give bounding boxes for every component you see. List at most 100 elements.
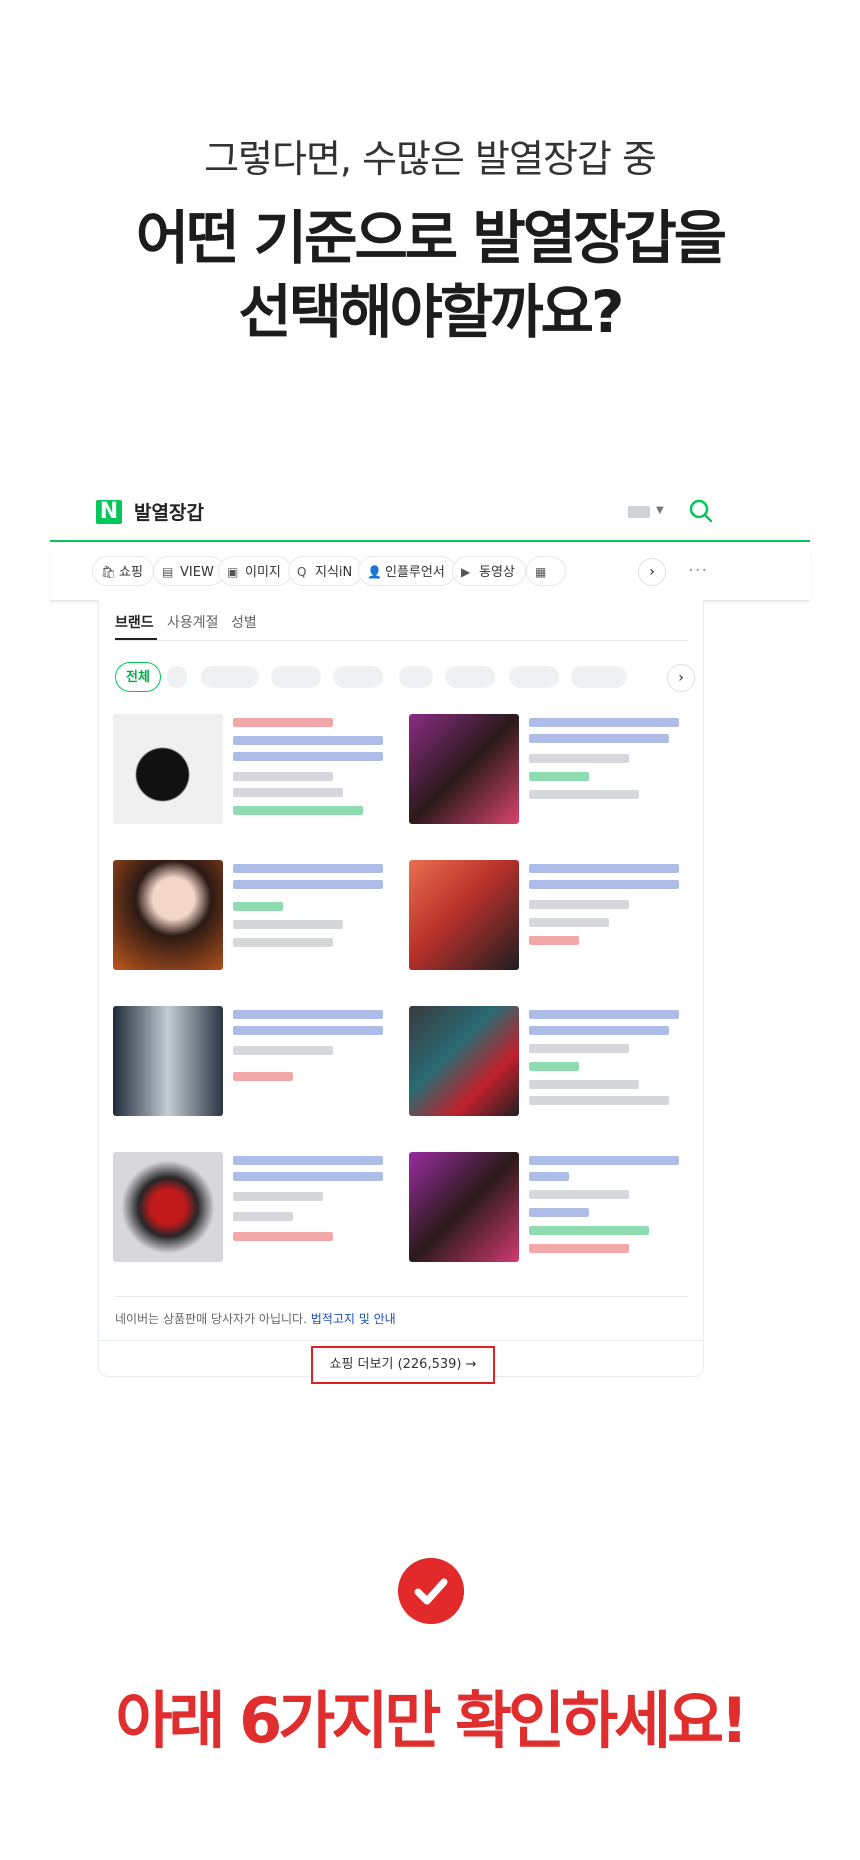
product-item[interactable] (111, 1002, 401, 1128)
keyboard-icon[interactable] (628, 506, 650, 518)
tab-label: 동영상 (479, 565, 515, 580)
filter-tab-brand[interactable]: 브랜드 (115, 612, 154, 632)
product-item[interactable] (407, 1002, 697, 1128)
brand-chip-blurred[interactable] (399, 666, 433, 688)
blurred-text (233, 788, 343, 797)
brand-chips: 전체 › (115, 662, 695, 694)
tab-view[interactable]: ▤ VIEW (153, 556, 225, 586)
seller-notice: 네이버는 상품판매 당사자가 아닙니다. 법적고지 및 안내 (115, 1310, 396, 1327)
brand-chip-blurred[interactable] (509, 666, 559, 688)
blurred-text (529, 1226, 649, 1235)
tabs-next-button[interactable]: › (638, 558, 666, 586)
shopping-bag-icon: 🛍 (101, 565, 117, 579)
brand-chip-blurred[interactable] (167, 666, 187, 688)
document-icon: ▤ (162, 565, 174, 579)
image-icon: ▣ (227, 565, 239, 579)
tab-label: VIEW (180, 565, 214, 580)
divider (115, 1296, 687, 1297)
blurred-text[interactable] (233, 1156, 383, 1165)
product-image[interactable] (113, 1006, 223, 1116)
blurred-text (233, 1072, 293, 1081)
shopping-more-button[interactable]: 쇼핑 더보기 (226,539) → (311, 1346, 495, 1384)
blurred-text[interactable] (529, 1172, 569, 1181)
product-image[interactable] (113, 1152, 223, 1262)
blurred-text (529, 900, 629, 909)
filter-tab-gender[interactable]: 성별 (231, 612, 257, 632)
blurred-text (233, 1192, 323, 1201)
blurred-text[interactable] (529, 864, 679, 873)
product-image[interactable] (409, 860, 519, 970)
brand-chip-blurred[interactable] (445, 666, 495, 688)
blurred-text[interactable] (529, 1026, 669, 1035)
blurred-text (233, 1232, 333, 1241)
notice-text: 네이버는 상품판매 당사자가 아닙니다. (115, 1312, 307, 1326)
tab-images[interactable]: ▣ 이미지 (218, 556, 292, 586)
product-image[interactable] (409, 714, 519, 824)
product-item[interactable] (407, 1148, 697, 1274)
blurred-text[interactable] (233, 864, 383, 873)
blurred-text (233, 772, 333, 781)
blurred-text[interactable] (233, 1172, 383, 1181)
news-icon: ▦ (535, 565, 547, 579)
product-grid (111, 710, 695, 1290)
chevron-down-icon[interactable]: ▼ (656, 505, 664, 516)
blurred-text[interactable] (233, 752, 383, 761)
product-item[interactable] (111, 856, 401, 982)
product-image[interactable] (113, 860, 223, 970)
product-item[interactable] (111, 1148, 401, 1274)
blurred-text[interactable] (529, 880, 679, 889)
hero-title: 어떤 기준으로 발열장갑을 선택해야할까요? (0, 201, 860, 349)
blurred-text (233, 806, 363, 815)
filter-tab-season[interactable]: 사용계절 (167, 612, 219, 632)
check-icon (398, 1558, 464, 1624)
search-header: N 발열장갑 ▼ (50, 478, 810, 542)
tab-label: 인플루언서 (385, 565, 445, 580)
hero: 그렇다면, 수많은 발열장갑 중 어떤 기준으로 발열장갑을 선택해야할까요? (0, 128, 860, 349)
tab-influencer[interactable]: 👤 인플루언서 (358, 556, 456, 586)
tab-video[interactable]: ▶ 동영상 (452, 556, 526, 586)
brand-chip-blurred[interactable] (201, 666, 259, 688)
blurred-text (233, 938, 333, 947)
product-image[interactable] (113, 714, 223, 824)
tab-shopping[interactable]: 🛍 쇼핑 (92, 556, 154, 586)
blurred-text (529, 918, 609, 927)
brand-chip-blurred[interactable] (333, 666, 383, 688)
brand-chip-blurred[interactable] (571, 666, 627, 688)
blurred-text (233, 902, 283, 911)
chip-all[interactable]: 전체 (115, 662, 161, 692)
tab-kin[interactable]: Q 지식iN (288, 556, 364, 586)
blurred-text (529, 1096, 669, 1105)
search-icon[interactable] (688, 498, 714, 524)
legal-notice-link[interactable]: 법적고지 및 안내 (311, 1312, 396, 1326)
tab-label: 쇼핑 (119, 565, 143, 580)
naver-logo[interactable]: N (96, 500, 122, 524)
blurred-text (529, 790, 639, 799)
search-query[interactable]: 발열장갑 (134, 498, 204, 525)
blurred-text (529, 772, 589, 781)
more-icon[interactable]: ··· (688, 560, 708, 581)
tab-label: 이미지 (245, 565, 281, 580)
product-item[interactable] (407, 710, 697, 836)
chips-next-button[interactable]: › (667, 664, 695, 692)
blurred-text[interactable] (233, 736, 383, 745)
product-item[interactable] (407, 856, 697, 982)
divider (115, 640, 687, 641)
blurred-text (529, 1044, 629, 1053)
blurred-text[interactable] (529, 718, 679, 727)
product-image[interactable] (409, 1006, 519, 1116)
blurred-text[interactable] (233, 1026, 383, 1035)
person-icon: 👤 (367, 565, 382, 579)
blurred-text[interactable] (529, 734, 669, 743)
blurred-text (529, 1190, 629, 1199)
cta-heading: 아래 6가지만 확인하세요! (115, 1684, 749, 1757)
tab-label: 지식iN (315, 565, 353, 580)
tab-news[interactable]: ▦ (526, 556, 566, 586)
product-image[interactable] (409, 1152, 519, 1262)
product-item[interactable] (111, 710, 401, 836)
brand-chip-blurred[interactable] (271, 666, 321, 688)
q-icon: Q (297, 565, 307, 579)
blurred-text[interactable] (233, 1010, 383, 1019)
blurred-text[interactable] (233, 880, 383, 889)
blurred-text[interactable] (529, 1156, 679, 1165)
blurred-text[interactable] (529, 1010, 679, 1019)
